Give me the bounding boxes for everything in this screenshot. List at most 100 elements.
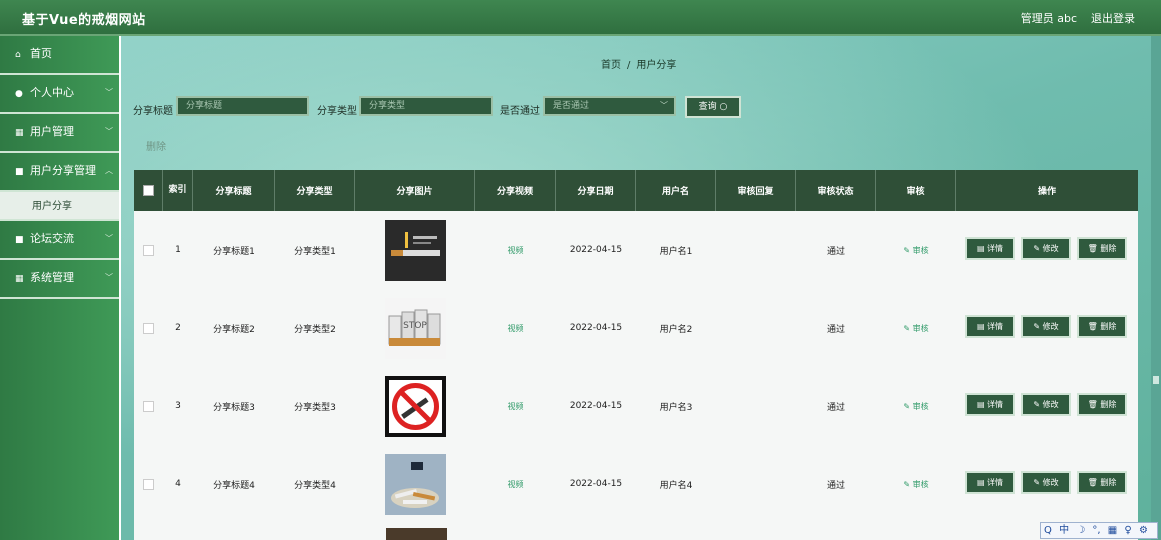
stop-cigarettes-image[interactable]: STOP [384,297,446,359]
video-link[interactable]: 视频 [508,323,524,334]
row-checkbox[interactable] [143,322,154,334]
detail-button[interactable]: ▤ 详情 [965,393,1015,416]
row-index: 2 [175,323,181,333]
row-index: 3 [175,401,181,411]
review-link[interactable]: ✎ 审核 [903,245,928,256]
admin-label: 管理员 abc [1020,12,1077,25]
doc-icon: ■ [15,167,24,177]
sidebar-item-label: 用户管理 [30,125,74,138]
header-reply: 审核回复 [716,170,796,211]
review-link[interactable]: ✎ 审核 [903,323,928,334]
row-status: 通过 [826,480,845,491]
row-type: 分享类型2 [294,324,336,335]
share-table: 索引 分享标题 分享类型 分享图片 分享视频 分享日期 用户名 审核回复 审核状… [134,170,1138,540]
approved-select[interactable]: 是否通过 ﹀ [543,96,676,116]
ime-toolbar[interactable]: Q 中 ☽ °, ▦ ♀ ⚙ [1040,522,1158,539]
ime-chinese-icon[interactable]: 中 [1059,525,1069,536]
chevron-up-icon: ︿ [105,166,113,175]
sidebar-item-personal-center[interactable]: ● 个人中心 ﹀ [0,75,119,114]
chevron-down-icon: ﹀ [105,88,113,97]
table-row: 3 分享标题3 分享类型3 视频 2022-04-15 用户名3 通过 ✎ 审核… [134,367,1138,445]
row-reply [716,367,796,445]
review-icon: ✎ [903,323,913,333]
table-row: 2 分享标题2 分享类型2 STOP 视频 2022-04-15 用户名2 通过… [134,289,1138,367]
row-type: 分享类型1 [294,246,336,257]
ime-settings-icon[interactable]: ⚙ [1139,525,1148,536]
row-checkbox[interactable] [143,478,154,490]
type-input[interactable]: 分享类型 [359,96,493,116]
logout-link[interactable]: 退出登录 [1091,10,1135,26]
sidebar-item-home[interactable]: ⌂ 首页 [0,36,119,75]
row-checkbox[interactable] [143,244,154,256]
review-label: 审核 [912,323,929,333]
query-button[interactable]: 查询 ○ [685,96,741,118]
video-link[interactable]: 视频 [508,245,524,256]
top-header: 基于Vue的戒烟网站 管理员 abc 退出登录 [0,0,1161,36]
delete-button[interactable]: 🗑 删除 [1077,237,1127,260]
site-title: 基于Vue的戒烟网站 [22,13,146,28]
edit-button[interactable]: ✎ 修改 [1021,471,1071,494]
ime-moon-icon[interactable]: ☽ [1076,525,1085,536]
approved-label: 是否通过 [500,106,540,117]
home-icon: ⌂ [15,50,21,60]
header-select-all[interactable] [134,170,163,211]
header-video: 分享视频 [475,170,556,211]
review-icon: ✎ [903,479,913,489]
row-username: 用户名2 [659,324,693,335]
header-type: 分享类型 [275,170,355,211]
row-title: 分享标题1 [213,246,255,257]
no-smoking-sign-image[interactable] [384,375,446,437]
delete-button[interactable]: 🗑 删除 [1077,393,1127,416]
select-all-checkbox[interactable] [142,185,154,196]
row-reply [716,445,796,523]
table-row: 1 分享标题1 分享类型1 视频 2022-04-15 用户名1 通过 ✎ 审核… [134,211,1138,289]
breadcrumb-separator: / [627,60,631,71]
table-header: 索引 分享标题 分享类型 分享图片 分享视频 分享日期 用户名 审核回复 审核状… [134,170,1138,211]
sidebar-subitem-user-share[interactable]: 用户分享 [0,192,119,221]
sidebar: ⌂ 首页 ● 个人中心 ﹀ ▦ 用户管理 ﹀ ■ 用户分享管理 ︿ 用户分享 ■ 论坛交流… [0,36,119,540]
row-date: 2022-04-15 [569,401,623,411]
chevron-down-icon: ﹀ [660,101,668,110]
grid-icon: ▦ [15,128,24,138]
sidebar-item-share-management[interactable]: ■ 用户分享管理 ︿ [0,153,119,192]
sidebar-item-forum[interactable]: ■ 论坛交流 ﹀ [0,221,119,260]
video-link[interactable]: 视频 [508,479,524,490]
partial-row-image [386,528,447,540]
ime-search-icon[interactable]: Q [1044,525,1052,536]
cigarette-pile-image[interactable] [384,453,446,515]
video-link[interactable]: 视频 [508,401,524,412]
row-status: 通过 [826,246,845,257]
sidebar-item-label: 用户分享管理 [30,164,96,177]
header-image: 分享图片 [355,170,475,211]
detail-button[interactable]: ▤ 详情 [965,315,1015,338]
breadcrumb-home[interactable]: 首页 [601,60,621,71]
detail-button[interactable]: ▤ 详情 [965,237,1015,260]
batch-delete-button[interactable]: 删除 [146,138,166,153]
cigarette-dark-image[interactable] [384,219,446,281]
header-date: 分享日期 [556,170,636,211]
row-type: 分享类型4 [294,480,336,491]
delete-button[interactable]: 🗑 删除 [1077,315,1127,338]
sidebar-item-user-management[interactable]: ▦ 用户管理 ﹀ [0,114,119,153]
row-date: 2022-04-15 [569,245,623,255]
sidebar-item-system[interactable]: ▦ 系统管理 ﹀ [0,260,119,299]
scrollbar-thumb[interactable] [1153,376,1159,384]
ime-skin-icon[interactable]: ♀ [1124,525,1131,536]
review-link[interactable]: ✎ 审核 [903,401,928,412]
edit-button[interactable]: ✎ 修改 [1021,393,1071,416]
type-label: 分享类型 [317,106,357,117]
review-link[interactable]: ✎ 审核 [903,479,928,490]
row-username: 用户名3 [659,402,693,413]
user-icon: ● [15,89,23,99]
title-input[interactable]: 分享标题 [176,96,309,116]
ime-keyboard-icon[interactable]: ▦ [1108,525,1117,536]
ime-punctuation-icon[interactable]: °, [1092,525,1100,536]
delete-button[interactable]: 🗑 删除 [1077,471,1127,494]
row-index: 1 [175,245,181,255]
page-scrollbar[interactable] [1151,36,1161,540]
row-checkbox[interactable] [143,400,154,412]
row-reply [716,289,796,367]
detail-button[interactable]: ▤ 详情 [965,471,1015,494]
edit-button[interactable]: ✎ 修改 [1021,237,1071,260]
edit-button[interactable]: ✎ 修改 [1021,315,1071,338]
